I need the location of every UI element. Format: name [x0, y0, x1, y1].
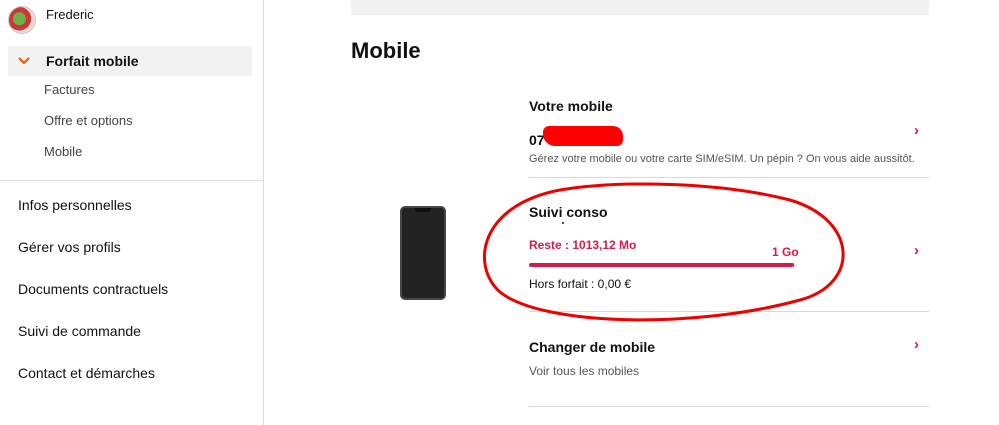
- red-annotation-circle: [483, 182, 845, 322]
